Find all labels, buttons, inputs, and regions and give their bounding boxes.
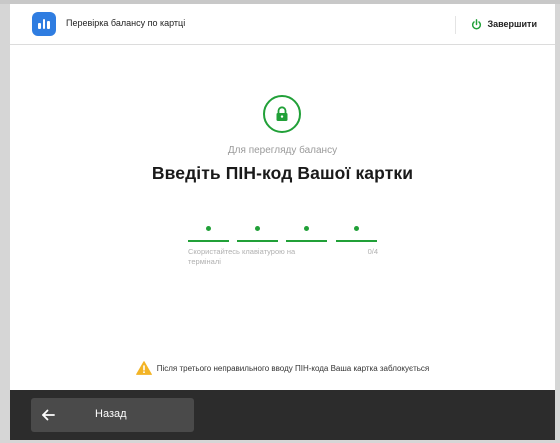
back-button[interactable]: Назад [31,398,194,432]
pin-dot [255,226,260,231]
pin-hint: Скористайтесь клавіатурою на терміналі [188,247,296,266]
pin-dot [304,226,309,231]
finish-button-label: Завершити [487,19,537,29]
pin-counter: 0/4 [367,247,378,256]
pin-underline [336,240,377,242]
pin-slot-1 [188,222,229,242]
warning-text: Після третього неправильного вводу ПІН-к… [156,363,430,373]
pin-underline [188,240,229,242]
bar-chart-icon [32,12,56,36]
back-button-label: Назад [95,408,127,420]
page-title: Перевірка балансу по картці [66,18,186,28]
lock-icon [276,106,288,121]
pin-slot-3 [286,222,327,242]
pin-dot [354,226,359,231]
pin-underline [286,240,327,242]
header-bar: Перевірка балансу по картці Завершити [10,4,555,45]
heading: Введіть ПІН-код Вашої картки [151,163,414,183]
lock-icon-circle [263,95,301,133]
arrow-left-icon [42,409,55,421]
pin-slot-4 [336,222,377,242]
subtitle: Для перегляду балансу [227,145,338,156]
terminal-screen: Перевірка балансу по картці Завершити Дл… [10,4,555,440]
header-divider [455,16,456,34]
footer-bar: Назад [10,390,555,440]
power-icon [472,18,482,29]
pin-dot [206,226,211,231]
finish-button[interactable]: Завершити [471,14,537,34]
warning-message: Після третього неправильного вводу ПІН-к… [10,361,555,375]
warning-icon [135,361,152,375]
pin-underline [237,240,278,242]
pin-slot-2 [237,222,278,242]
